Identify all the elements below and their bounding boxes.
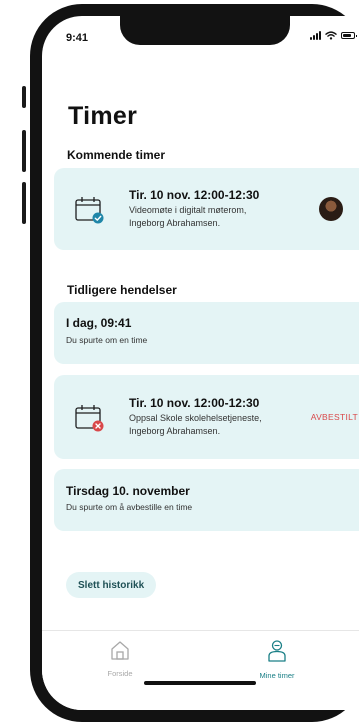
avatar: [319, 197, 343, 221]
person-icon: [268, 640, 286, 662]
volume-down-button: [22, 182, 26, 224]
cancelled-appointment-person: Ingeborg Abrahamsen.: [129, 426, 221, 436]
appointment-time: Tir. 10 nov. 12:00-12:30: [129, 188, 260, 202]
cancelled-appointment-location: Oppsal Skole skolehelsetjeneste,: [129, 413, 262, 423]
event-title: I dag, 09:41: [66, 316, 132, 330]
calendar-check-icon: [75, 197, 104, 224]
tab-label: Mine timer: [259, 671, 295, 680]
upcoming-appointment-card[interactable]: Tir. 10 nov. 12:00-12:30 Videomøte i dig…: [54, 168, 359, 250]
tab-bar: Forside Mine timer: [42, 630, 359, 710]
history-heading: Tidligere hendelser: [67, 283, 177, 297]
notch: [120, 16, 290, 45]
home-indicator: [144, 681, 256, 685]
event-title: Tirsdag 10. november: [66, 484, 190, 498]
app-screen: 9:41 Timer Kommende timer Tir. 10 nov. 1…: [42, 16, 359, 710]
cancelled-appointment-card[interactable]: Tir. 10 nov. 12:00-12:30 Oppsal Skole sk…: [54, 375, 359, 459]
calendar-cancel-icon: [75, 405, 104, 432]
page-title: Timer: [68, 102, 138, 130]
event-subtitle: Du spurte om å avbestille en time: [66, 502, 193, 512]
mute-switch: [22, 86, 26, 108]
cancelled-appointment-time: Tir. 10 nov. 12:00-12:30: [129, 396, 260, 410]
tab-label: Forside: [107, 669, 133, 678]
wifi-icon: [325, 31, 337, 40]
volume-up-button: [22, 130, 26, 172]
signal-icon: [310, 31, 321, 40]
appointment-person: Ingeborg Abrahamsen.: [129, 218, 221, 228]
cancelled-status-label: AVBESTILT: [310, 412, 358, 422]
home-icon: [111, 641, 129, 660]
history-event-card[interactable]: I dag, 09:41 Du spurte om en time: [54, 302, 359, 364]
upcoming-heading: Kommende timer: [67, 148, 166, 162]
tab-mine-timer[interactable]: Mine timer: [237, 639, 317, 680]
tab-forside[interactable]: Forside: [80, 639, 160, 678]
clear-history-button[interactable]: Slett historikk: [66, 572, 157, 598]
appointment-details: Tir. 10 nov. 12:00-12:30 Videomøte i dig…: [129, 188, 259, 230]
event-subtitle: Du spurte om en time: [66, 335, 148, 345]
history-event-card[interactable]: Tirsdag 10. november Du spurte om å avbe…: [54, 469, 359, 531]
cancelled-appointment-details: Tir. 10 nov. 12:00-12:30 Oppsal Skole sk…: [129, 396, 262, 438]
status-time: 9:41: [66, 32, 89, 44]
appointment-location: Videomøte i digitalt møterom,: [129, 205, 247, 215]
status-icons: [310, 31, 357, 40]
battery-icon: [341, 32, 357, 39]
